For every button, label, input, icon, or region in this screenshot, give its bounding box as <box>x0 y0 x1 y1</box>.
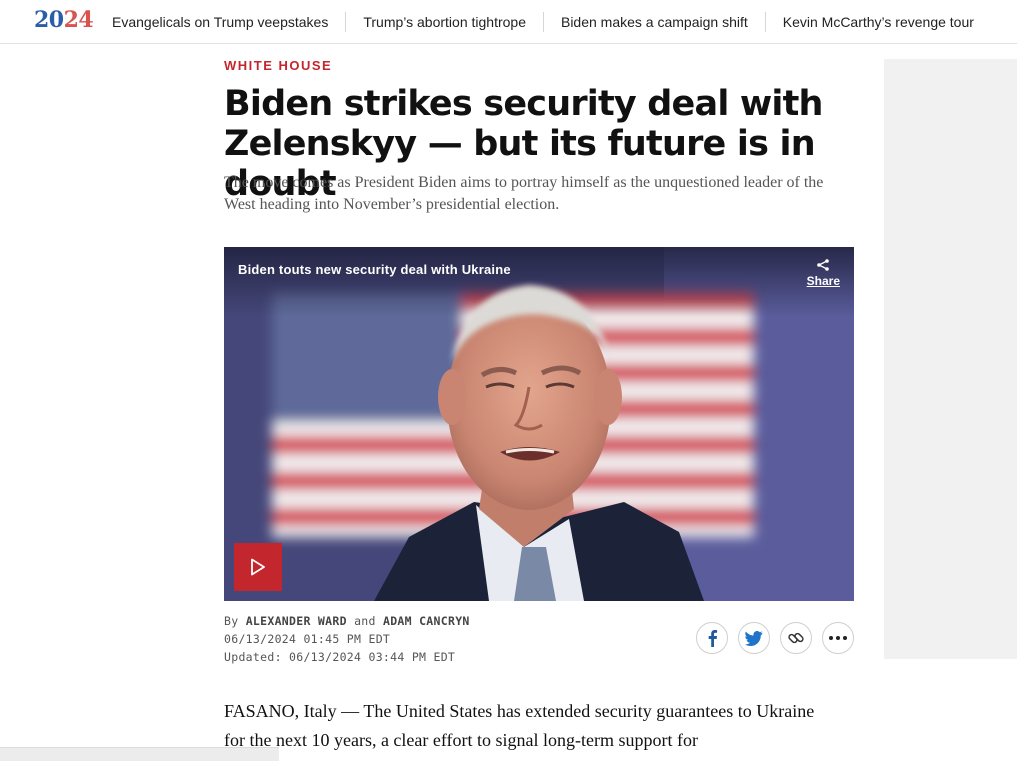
trending-item[interactable]: Trump’s abortion tightrope <box>363 14 526 30</box>
video-player[interactable]: Biden touts new security deal with Ukrai… <box>224 247 854 601</box>
logo-text-part2: 24 <box>63 7 94 33</box>
section-kicker[interactable]: WHITE HOUSE <box>224 58 332 73</box>
facebook-icon <box>708 630 718 647</box>
link-icon <box>788 632 804 644</box>
published-timestamp: 06/13/2024 01:45 PM EDT <box>224 632 391 646</box>
twitter-share-button[interactable] <box>738 622 770 654</box>
author-link[interactable]: ADAM CANCRYN <box>383 614 470 628</box>
play-button[interactable] <box>234 543 282 591</box>
byline-and: and <box>354 614 376 628</box>
article-body-paragraph: FASANO, Italy — The United States has ex… <box>224 701 815 750</box>
election-2024-logo[interactable]: 2024 <box>34 7 94 33</box>
video-title: Biden touts new security deal with Ukrai… <box>238 262 511 277</box>
share-icon <box>817 259 830 271</box>
sidebar-ad-placeholder <box>884 59 1017 659</box>
trending-link-label[interactable]: Evangelicals on Trump veepstakes <box>112 14 328 30</box>
byline-authors: By ALEXANDER WARD and ADAM CANCRYN <box>224 612 470 630</box>
more-options-button[interactable] <box>822 622 854 654</box>
play-icon <box>251 558 265 576</box>
trending-link-label[interactable]: Trump’s abortion tightrope <box>363 14 526 30</box>
trending-item[interactable]: Evangelicals on Trump veepstakes <box>112 14 328 30</box>
divider <box>345 12 347 32</box>
social-share-buttons <box>696 622 854 654</box>
share-label: Share <box>806 274 840 288</box>
twitter-icon <box>745 630 763 646</box>
top-navigation-bar: 2024 Evangelicals on Trump veepstakes Tr… <box>0 0 1017 44</box>
trending-link-label[interactable]: Kevin McCarthy’s revenge tour <box>783 14 974 30</box>
trending-item[interactable]: Biden makes a campaign shift <box>561 14 748 30</box>
logo-text-part1: 20 <box>34 7 64 33</box>
byline-by: By <box>224 614 239 628</box>
divider <box>764 12 766 32</box>
bottom-overlay-bar <box>0 747 279 761</box>
share-button[interactable]: Share <box>807 259 840 290</box>
article-byline: By ALEXANDER WARD and ADAM CANCRYN 06/13… <box>224 612 470 666</box>
trending-link-label[interactable]: Biden makes a campaign shift <box>561 14 748 30</box>
divider <box>542 12 544 32</box>
facebook-share-button[interactable] <box>696 622 728 654</box>
trending-links: Evangelicals on Trump veepstakes Trump’s… <box>112 0 974 44</box>
video-thumbnail-image <box>224 247 854 601</box>
article-dek: The move comes as President Biden aims t… <box>224 174 824 213</box>
author-link[interactable]: ALEXANDER WARD <box>246 614 347 628</box>
copy-link-button[interactable] <box>780 622 812 654</box>
trending-item[interactable]: Kevin McCarthy’s revenge tour <box>783 14 974 30</box>
updated-timestamp: Updated: 06/13/2024 03:44 PM EDT <box>224 650 456 664</box>
more-icon <box>829 636 847 640</box>
